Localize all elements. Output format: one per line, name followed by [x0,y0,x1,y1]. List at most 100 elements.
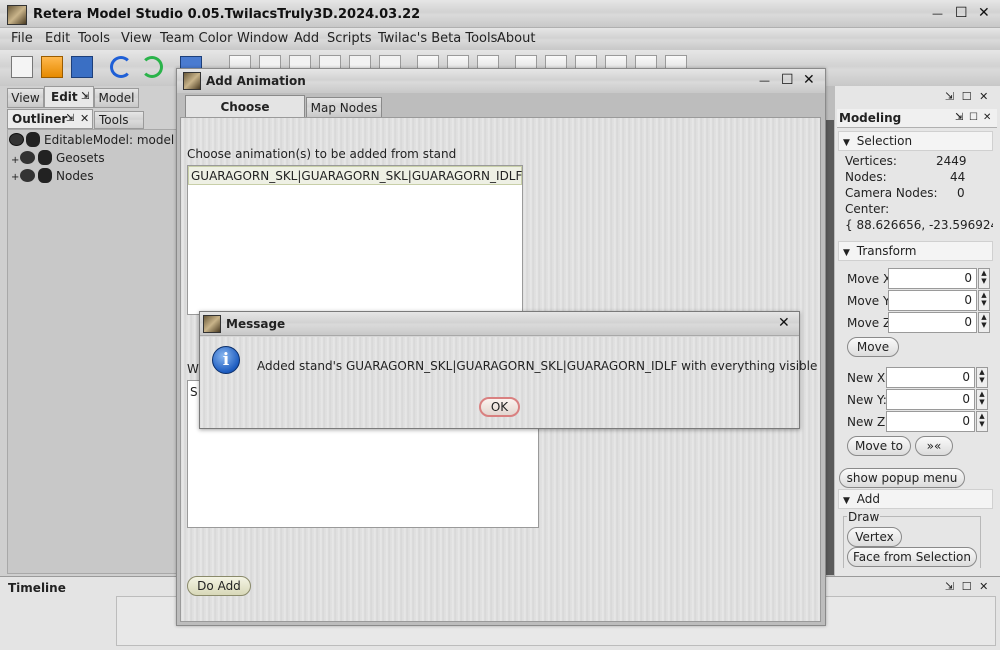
new-x-label: New X: [847,371,890,385]
expand-icon[interactable]: + [11,155,19,166]
tab-view[interactable]: View [7,88,44,108]
menu-team-color[interactable]: Team Color [160,31,232,46]
outliner-close-icon[interactable]: ✕ [80,110,89,128]
menu-add[interactable]: Add [294,31,319,46]
timeline-pin-icon[interactable]: ⇲ [945,580,954,593]
dialog-minimize-button[interactable]: — [759,74,770,88]
move-z-spinner[interactable]: ▲ ▼ [978,312,990,333]
new-y-label: New Y: [847,393,887,407]
menu-file[interactable]: File [11,31,33,46]
hand-icon[interactable] [26,132,40,147]
animation-list-item[interactable]: GUARAGORN_SKL|GUARAGORN_SKL|GUARAGORN_ID… [188,166,522,185]
move-x-spinner[interactable]: ▲ ▼ [978,268,990,289]
tree-item-geosets[interactable]: Geosets [56,151,105,165]
selection-section-header[interactable]: ▼ Selection [838,131,993,151]
animation-list[interactable] [187,165,523,315]
dock-max-icon[interactable]: ☐ [962,90,972,103]
menu-edit[interactable]: Edit [45,31,70,46]
timeline-close-icon[interactable]: ✕ [979,580,988,593]
modeling-pin-icon[interactable]: ⇲ [955,109,963,127]
new-z-field[interactable]: 0 [886,411,975,432]
dock-pin-icon[interactable]: ⇲ [945,90,954,103]
tree-item-nodes[interactable]: Nodes [56,169,94,183]
collapse-icon: ▼ [843,248,850,258]
modeling-max-icon[interactable]: ☐ [969,109,978,127]
modeling-close-icon[interactable]: ✕ [983,109,991,127]
modeling-title: Modeling [839,111,902,125]
add-section-header[interactable]: ▼ Add [838,489,993,509]
redo-icon[interactable] [141,56,163,78]
app-logo-icon [7,5,27,25]
menu-tools[interactable]: Tools [78,31,110,46]
vertices-value: 2449 [936,154,967,168]
camera-nodes-label: Camera Nodes: [845,186,938,200]
dock-close-icon[interactable]: ✕ [979,90,988,103]
message-logo-icon [203,315,221,333]
hand-icon[interactable] [38,150,52,165]
collapse-icon: ▼ [843,138,850,148]
move-x-field[interactable]: 0 [888,268,977,289]
show-popup-menu-button[interactable]: show popup menu [839,468,965,488]
timeline-max-icon[interactable]: ☐ [962,580,972,593]
undo-icon[interactable] [110,56,132,78]
tab-model-label: Model [98,91,135,105]
outliner-pin-icon[interactable]: ⇲ [66,110,74,128]
move-y-field[interactable]: 0 [888,290,977,311]
second-list-item[interactable]: S [190,385,198,399]
menu-twilacs-beta-tools[interactable]: Twilac's Beta Tools [378,31,497,46]
menu-window[interactable]: Window [237,31,288,46]
move-y-spinner[interactable]: ▲ ▼ [978,290,990,311]
pin-icon[interactable]: ⇲ [81,87,89,107]
tree-item-model[interactable]: EditableModel: model [44,133,174,147]
new-y-field[interactable]: 0 [886,389,975,410]
tab-view-label: View [11,91,40,105]
new-z-spinner[interactable]: ▲ ▼ [976,411,988,432]
minimize-button[interactable]: — [932,7,943,21]
menu-about[interactable]: About [497,31,535,46]
do-add-button[interactable]: Do Add [187,576,251,596]
transform-section-header[interactable]: ▼ Transform [838,241,993,261]
dialog-maximize-button[interactable]: ☐ [781,73,794,87]
outliner-header: Outliner ⇲ ✕ [7,109,93,129]
outliner-tree [7,129,177,574]
hand-icon[interactable] [38,168,52,183]
tab-choose-animation[interactable]: Choose Animation [185,95,305,136]
face-from-selection-button[interactable]: Face from Selection [847,547,977,567]
menu-scripts[interactable]: Scripts [327,31,371,46]
new-file-icon[interactable] [11,56,33,78]
visibility-eye-icon[interactable] [9,133,24,146]
close-button[interactable]: ✕ [978,6,990,20]
message-close-button[interactable]: ✕ [778,316,790,330]
move-button[interactable]: Move [847,337,899,357]
swap-button[interactable]: »« [915,436,953,456]
camera-nodes-value: 0 [957,186,965,200]
tab-tools-label: Tools [99,113,129,127]
vertices-label: Vertices: [845,154,897,168]
tab-tools[interactable]: Tools [94,111,144,129]
nodes-value: 44 [950,170,966,184]
timeline-title: Timeline [8,581,66,595]
message-text: Added stand's GUARAGORN_SKL|GUARAGORN_SK… [257,359,818,373]
new-y-spinner[interactable]: ▲ ▼ [976,389,988,410]
menu-view[interactable]: View [121,31,152,46]
dialog-close-button[interactable]: ✕ [803,73,815,87]
info-icon: i [212,346,240,374]
new-x-field[interactable]: 0 [886,367,975,388]
tab-model[interactable]: Model [94,88,139,108]
tab-map-nodes[interactable]: Map Nodes [306,97,382,117]
maximize-button[interactable]: ☐ [955,6,968,20]
message-title-bar: Message ✕ [200,312,799,336]
visibility-eye-icon[interactable] [20,169,35,182]
second-section-label: W [187,362,199,376]
vertex-button[interactable]: Vertex [847,527,902,547]
open-file-icon[interactable] [41,56,63,78]
move-z-field[interactable]: 0 [888,312,977,333]
new-x-spinner[interactable]: ▲ ▼ [976,367,988,388]
ok-button[interactable]: OK [479,397,520,417]
visibility-eye-icon[interactable] [20,151,35,164]
expand-icon[interactable]: + [11,172,19,183]
tab-edit[interactable]: Edit ⇲ [44,86,94,108]
move-to-button[interactable]: Move to [847,436,911,456]
choose-prompt: Choose animation(s) to be added from sta… [187,147,457,161]
save-file-icon[interactable] [71,56,93,78]
